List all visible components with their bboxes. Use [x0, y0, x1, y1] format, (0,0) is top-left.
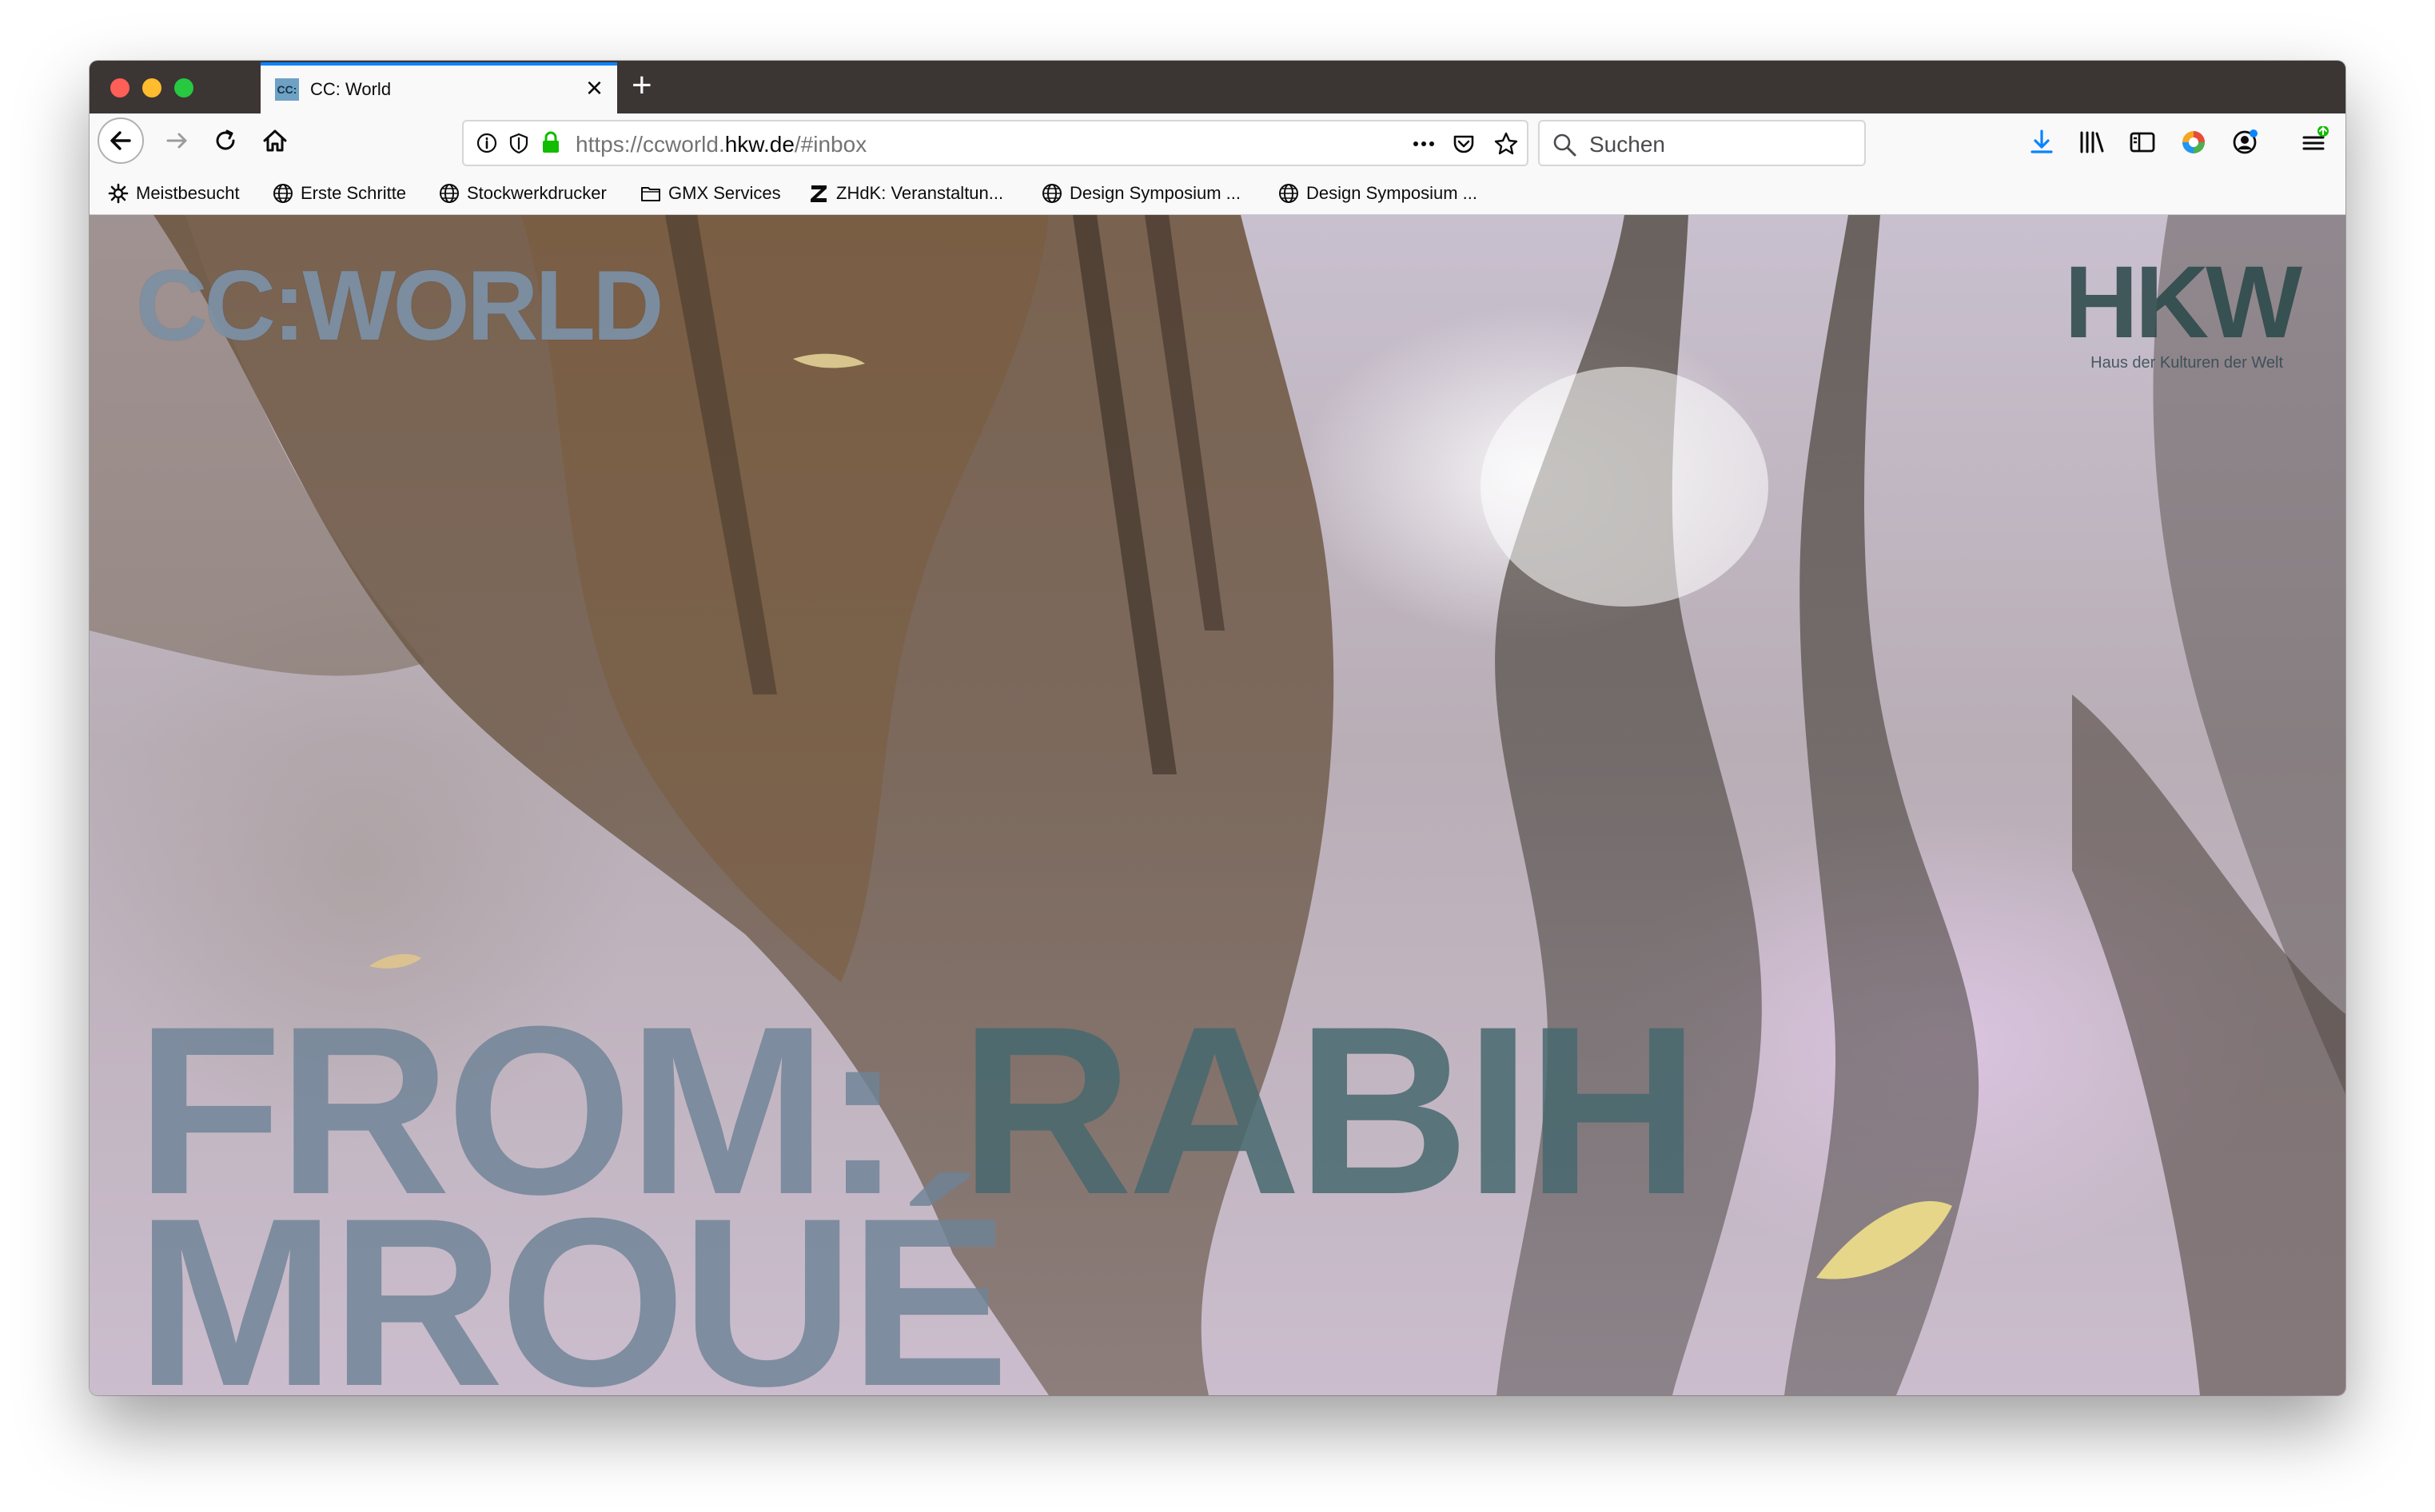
zoom-window-button[interactable]	[174, 78, 193, 97]
minimize-window-button[interactable]	[142, 78, 161, 97]
bookmark-label: Stockwerkdrucker	[467, 183, 607, 203]
secure-lock-icon[interactable]	[539, 129, 563, 155]
page-content: CC:WORLD HKW Haus der Kulturen der Welt …	[90, 215, 2345, 1395]
url-suffix: /#inbox	[794, 132, 867, 157]
back-button[interactable]	[98, 117, 144, 164]
globe-icon	[1042, 184, 1062, 203]
hamburger-menu-icon[interactable]	[2298, 126, 2329, 158]
folder-icon	[641, 187, 660, 201]
bookmark-star-icon[interactable]	[1492, 129, 1520, 158]
bookmark-design-symposium-2[interactable]: Design Symposium ...	[1277, 181, 1477, 205]
bookmark-label: Meistbesucht	[136, 183, 240, 203]
pocket-icon[interactable]	[1450, 130, 1477, 157]
bookmark-label: Design Symposium ...	[1070, 183, 1241, 203]
url-text[interactable]: https://ccworld.hkw.de/#inbox	[576, 133, 867, 157]
bookmarks-toolbar: Meistbesucht Erste Schritte Stockwerkdru…	[90, 173, 2345, 215]
arrow-left-icon	[110, 131, 131, 150]
forward-arrow-icon[interactable]	[161, 125, 193, 157]
info-icon[interactable]	[475, 131, 499, 155]
search-icon	[1553, 133, 1576, 157]
download-icon[interactable]	[2026, 126, 2058, 158]
sidebar-icon[interactable]	[2126, 126, 2158, 158]
gear-icon	[108, 183, 129, 204]
bookmark-gmx-services[interactable]: GMX Services	[640, 181, 781, 205]
browser-window: CC: CC: World × + https://ccworld.hkw.de…	[90, 61, 2345, 1395]
url-prefix: https://ccworld.	[576, 132, 725, 157]
url-domain: hkw.de	[724, 132, 795, 157]
bookmark-erste-schritte[interactable]: Erste Schritte	[272, 181, 406, 205]
url-bar[interactable]: https://ccworld.hkw.de/#inbox	[462, 120, 1528, 166]
bookmark-label: GMX Services	[668, 183, 781, 203]
bookmark-label: Erste Schritte	[301, 183, 407, 203]
color-extension-icon[interactable]	[2178, 126, 2210, 158]
bookmark-label: ZHdK: Veranstaltun...	[836, 183, 1004, 203]
search-bar[interactable]: Suchen	[1538, 120, 1866, 166]
tab-ccworld[interactable]: CC: CC: World ×	[261, 62, 617, 113]
hero-first-name: RABIH	[959, 976, 1700, 1244]
tab-close-icon[interactable]: ×	[586, 74, 603, 102]
ccworld-logo[interactable]: CC:WORLD	[136, 257, 664, 356]
tracking-shield-icon[interactable]	[507, 131, 531, 155]
library-icon[interactable]	[2075, 126, 2107, 158]
new-tab-plus-icon[interactable]: +	[632, 66, 652, 105]
hero-headline-line2: MROUÉ	[136, 1182, 1010, 1395]
hkw-logo-subtitle: Haus der Kulturen der Welt	[2090, 354, 2283, 372]
bookmark-zhdk[interactable]: ZHdK: Veranstaltun...	[807, 181, 1003, 205]
bookmark-stockwerkdrucker[interactable]: Stockwerkdrucker	[438, 181, 607, 205]
home-icon[interactable]	[259, 125, 291, 157]
page-actions-ellipsis-icon[interactable]	[1410, 133, 1437, 155]
account-icon[interactable]	[2229, 126, 2261, 158]
navigation-toolbar: https://ccworld.hkw.de/#inbox Suchen	[90, 113, 2345, 173]
close-window-button[interactable]	[110, 78, 130, 97]
globe-icon	[273, 184, 293, 203]
search-placeholder: Suchen	[1589, 132, 1665, 157]
bookmark-label: Design Symposium ...	[1306, 183, 1477, 203]
zhdk-logo-icon	[811, 185, 827, 202]
tab-strip: CC: CC: World × +	[90, 61, 2345, 113]
globe-icon	[440, 184, 459, 203]
tab-title: CC: World	[310, 79, 392, 99]
hero-last-name: MROUÉ	[136, 1168, 1010, 1395]
hkw-logo[interactable]: HKW	[2064, 252, 2302, 354]
tab-favicon-icon: CC:	[275, 78, 299, 101]
reload-icon[interactable]	[209, 125, 241, 157]
bookmark-meistbesucht[interactable]: Meistbesucht	[107, 181, 240, 205]
bookmark-design-symposium-1[interactable]: Design Symposium ...	[1041, 181, 1241, 205]
globe-icon	[1279, 184, 1298, 203]
